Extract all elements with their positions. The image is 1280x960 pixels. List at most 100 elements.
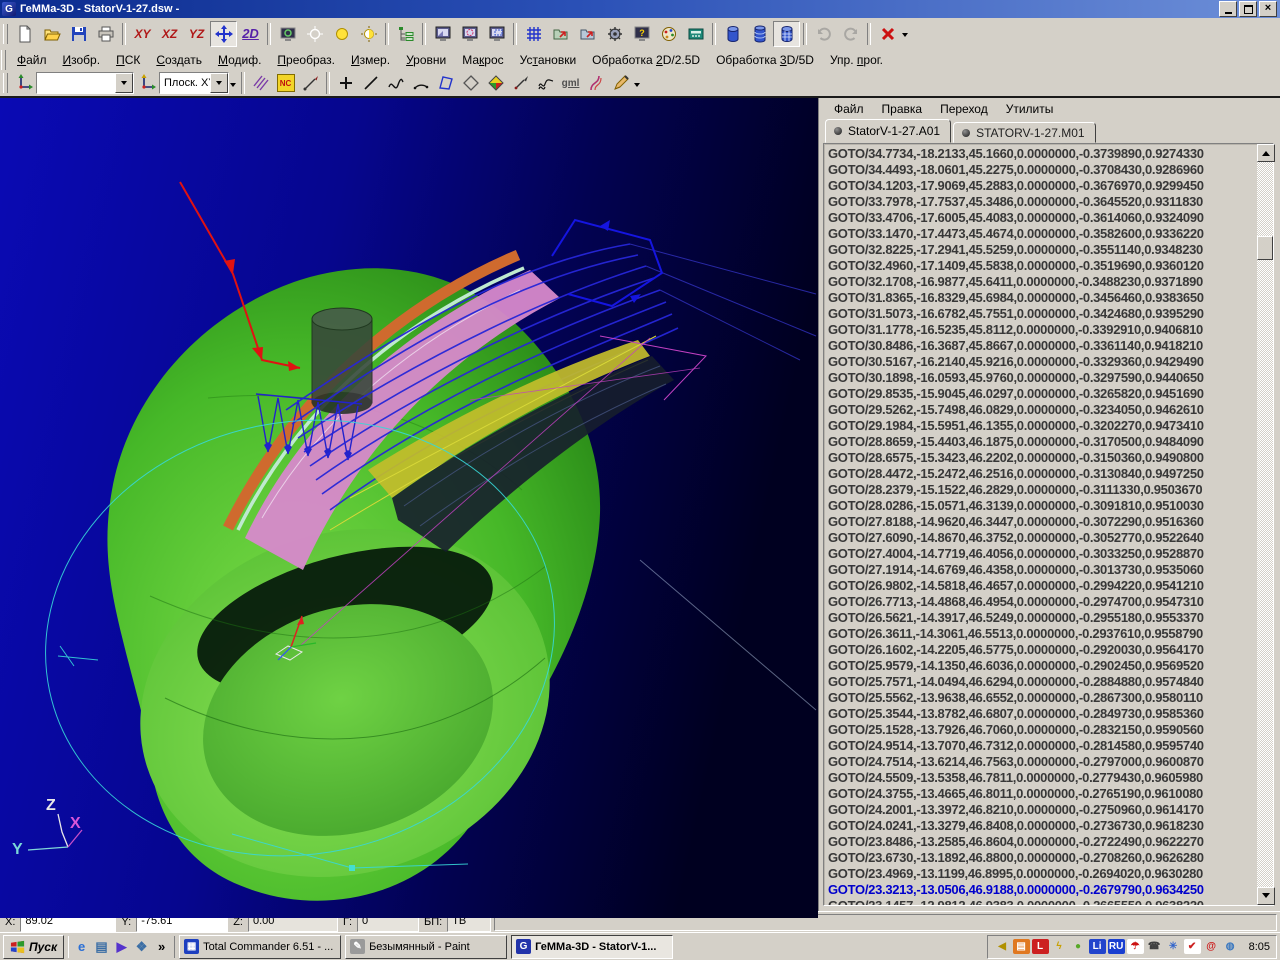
gcode-line[interactable]: GOTO/24.2001,-13.3972,46.8210,0.0000000,… bbox=[828, 802, 1257, 818]
gcode-line[interactable]: GOTO/26.7713,-14.4868,46.4954,0.0000000,… bbox=[828, 594, 1257, 610]
menu-item[interactable]: Обработка 2D/2.5D bbox=[584, 50, 708, 70]
toolbar-grip[interactable] bbox=[3, 73, 8, 93]
arc-tool-button[interactable] bbox=[408, 71, 433, 95]
menu-item[interactable]: Упр. прог. bbox=[822, 50, 891, 70]
view-xz-button[interactable]: XZ bbox=[156, 21, 183, 47]
gcode-line[interactable]: GOTO/31.1778,-16.5235,45.8112,0.0000000,… bbox=[828, 322, 1257, 338]
view-xy-button[interactable]: XY bbox=[129, 21, 156, 47]
nc-menu-item[interactable]: Правка bbox=[873, 99, 932, 119]
scroll-up-button[interactable] bbox=[1257, 144, 1275, 162]
gcode-line[interactable]: GOTO/24.3755,-13.4665,46.8011,0.0000000,… bbox=[828, 786, 1257, 802]
gcode-line[interactable]: GOTO/24.5509,-13.5358,46.7811,0.0000000,… bbox=[828, 770, 1257, 786]
export-1-button[interactable] bbox=[547, 21, 574, 47]
nc-editor-button[interactable]: NC bbox=[273, 71, 298, 95]
surface-tool-button[interactable] bbox=[458, 71, 483, 95]
plane-dropdown-button[interactable] bbox=[210, 73, 228, 93]
media-player-icon[interactable]: ▶ bbox=[113, 938, 130, 955]
palette-button[interactable] bbox=[655, 21, 682, 47]
redo-button[interactable] bbox=[837, 21, 864, 47]
gcode-line[interactable]: GOTO/27.4004,-14.7719,46.4056,0.0000000,… bbox=[828, 546, 1257, 562]
spline-tool-button[interactable] bbox=[383, 71, 408, 95]
task-gemma3d[interactable]: G ГеММа-3D - StatorV-1... bbox=[511, 935, 673, 959]
globe-icon[interactable]: ◍ bbox=[1222, 939, 1239, 954]
view-2d-button[interactable]: 2D bbox=[237, 21, 264, 47]
sprout-icon[interactable]: ● bbox=[1070, 939, 1087, 954]
gcode-line[interactable]: GOTO/30.8486,-16.3687,45.8667,0.0000000,… bbox=[828, 338, 1257, 354]
pick-tool-button[interactable] bbox=[508, 71, 533, 95]
molecule-icon[interactable]: ✳ bbox=[1165, 939, 1182, 954]
save-button[interactable] bbox=[65, 21, 92, 47]
gcode-text-area[interactable]: GOTO/34.7734,-18.2133,45.1660,0.0000000,… bbox=[824, 144, 1257, 905]
gcode-line[interactable]: GOTO/34.7734,-18.2133,45.1660,0.0000000,… bbox=[828, 146, 1257, 162]
point-tool-button[interactable] bbox=[333, 71, 358, 95]
task-total-commander[interactable]: ▦ Total Commander 6.51 - ... bbox=[179, 935, 341, 959]
curves-red-button[interactable] bbox=[583, 71, 608, 95]
gcode-line[interactable]: GOTO/28.2379,-15.1522,46.2829,0.0000000,… bbox=[828, 482, 1257, 498]
cylinder-slices-button[interactable] bbox=[746, 21, 773, 47]
gcode-line[interactable]: GOTO/31.8365,-16.8329,45.6984,0.0000000,… bbox=[828, 290, 1257, 306]
window-view-2-button[interactable] bbox=[456, 21, 483, 47]
gcode-line[interactable]: GOTO/29.1984,-15.5951,46.1355,0.0000000,… bbox=[828, 418, 1257, 434]
language-indicator-RU[interactable]: RU bbox=[1108, 939, 1125, 954]
close-button[interactable]: × bbox=[1259, 1, 1277, 17]
lingvo-icon[interactable]: L bbox=[1032, 939, 1049, 954]
light-half-button[interactable] bbox=[355, 21, 382, 47]
gcode-line[interactable]: GOTO/30.5167,-16.2140,45.9216,0.0000000,… bbox=[828, 354, 1257, 370]
li-icon[interactable]: Li bbox=[1089, 939, 1106, 954]
title-bar[interactable]: G ГеММа-3D - StatorV-1-27.dsw - × bbox=[0, 0, 1280, 18]
gcode-line[interactable]: GOTO/23.6730,-13.1892,46.8800,0.0000000,… bbox=[828, 850, 1257, 866]
gcode-line[interactable]: GOTO/33.1470,-17.4473,45.4674,0.0000000,… bbox=[828, 226, 1257, 242]
menu-item[interactable]: Модиф. bbox=[210, 50, 269, 70]
gcode-line[interactable]: GOTO/27.8188,-14.9620,46.3447,0.0000000,… bbox=[828, 514, 1257, 530]
toolbar-grip[interactable] bbox=[3, 24, 8, 44]
quicklaunch-overflow-chevron[interactable]: » bbox=[153, 938, 170, 955]
delete-dropdown-caret[interactable] bbox=[902, 33, 908, 40]
nc-menu-item[interactable]: Утилиты bbox=[997, 99, 1063, 119]
sketch-tool-button[interactable] bbox=[608, 71, 633, 95]
lightning-icon[interactable]: ϟ bbox=[1051, 939, 1068, 954]
gcode-line[interactable]: GOTO/25.9579,-14.1350,46.6036,0.0000000,… bbox=[828, 658, 1257, 674]
calculator-button[interactable] bbox=[682, 21, 709, 47]
phone-icon[interactable]: ☎ bbox=[1146, 939, 1163, 954]
gcode-line[interactable]: GOTO/23.3213,-13.0506,46.9188,0.0000000,… bbox=[828, 882, 1257, 898]
gcode-line[interactable]: GOTO/26.9802,-14.5818,46.4657,0.0000000,… bbox=[828, 578, 1257, 594]
gcode-line[interactable]: GOTO/25.7571,-14.0494,46.6294,0.0000000,… bbox=[828, 674, 1257, 690]
gcode-line[interactable]: GOTO/24.0241,-13.3279,46.8408,0.0000000,… bbox=[828, 818, 1257, 834]
help-button[interactable]: ? bbox=[628, 21, 655, 47]
menubar-grip[interactable] bbox=[1, 50, 6, 70]
gcode-line[interactable]: GOTO/26.1602,-14.2205,46.5775,0.0000000,… bbox=[828, 642, 1257, 658]
structure-tree-button[interactable] bbox=[392, 21, 419, 47]
menu-item[interactable]: ПСК bbox=[108, 50, 148, 70]
settings-gear-button[interactable] bbox=[601, 21, 628, 47]
nc-menu-item[interactable]: Файл bbox=[825, 99, 873, 119]
taskbar-clock[interactable]: 8:05 bbox=[1241, 941, 1270, 953]
plane-selector[interactable]: Плоск. XY bbox=[159, 72, 229, 94]
volume-icon[interactable]: ◀ bbox=[994, 939, 1011, 954]
scroll-down-button[interactable] bbox=[1257, 887, 1275, 905]
gcode-line[interactable]: GOTO/29.8535,-15.9045,46.0297,0.0000000,… bbox=[828, 386, 1257, 402]
refresh-view-button[interactable] bbox=[274, 21, 301, 47]
line-tool-button[interactable] bbox=[358, 71, 383, 95]
gcode-line[interactable]: GOTO/27.6090,-14.8670,46.3752,0.0000000,… bbox=[828, 530, 1257, 546]
gcode-line[interactable]: GOTO/24.7514,-13.6214,46.7563,0.0000000,… bbox=[828, 754, 1257, 770]
gcode-line[interactable]: GOTO/32.8225,-17.2941,45.5259,0.0000000,… bbox=[828, 242, 1257, 258]
start-button[interactable]: Пуск bbox=[3, 935, 64, 959]
grid-button[interactable] bbox=[520, 21, 547, 47]
gml-button[interactable]: gml bbox=[558, 71, 583, 95]
menu-item[interactable]: Измер. bbox=[343, 50, 398, 70]
open-file-button[interactable] bbox=[38, 21, 65, 47]
plane-axes-button[interactable] bbox=[134, 71, 159, 95]
menu-item[interactable]: Изобр. bbox=[55, 50, 109, 70]
gcode-line[interactable]: GOTO/32.4960,-17.1409,45.5838,0.0000000,… bbox=[828, 258, 1257, 274]
viewport-3d[interactable]: Z Y X bbox=[0, 98, 818, 911]
gcode-line[interactable]: GOTO/28.0286,-15.0571,46.3139,0.0000000,… bbox=[828, 498, 1257, 514]
gcode-line[interactable]: GOTO/23.4969,-13.1199,46.8995,0.0000000,… bbox=[828, 866, 1257, 882]
mail-at-icon[interactable]: @ bbox=[1203, 939, 1220, 954]
delete-button[interactable] bbox=[874, 21, 901, 47]
gcode-line[interactable]: GOTO/24.9514,-13.7070,46.7312,0.0000000,… bbox=[828, 738, 1257, 754]
gcode-line[interactable]: GOTO/23.8486,-13.2585,46.8604,0.0000000,… bbox=[828, 834, 1257, 850]
gcode-line[interactable]: GOTO/32.1708,-16.9877,45.6411,0.0000000,… bbox=[828, 274, 1257, 290]
gcode-line[interactable]: GOTO/34.4493,-18.0601,45.2275,0.0000000,… bbox=[828, 162, 1257, 178]
browser-quicklaunch-icon[interactable]: ❖ bbox=[133, 938, 150, 955]
gcode-line[interactable]: GOTO/31.5073,-16.6782,45.7551,0.0000000,… bbox=[828, 306, 1257, 322]
